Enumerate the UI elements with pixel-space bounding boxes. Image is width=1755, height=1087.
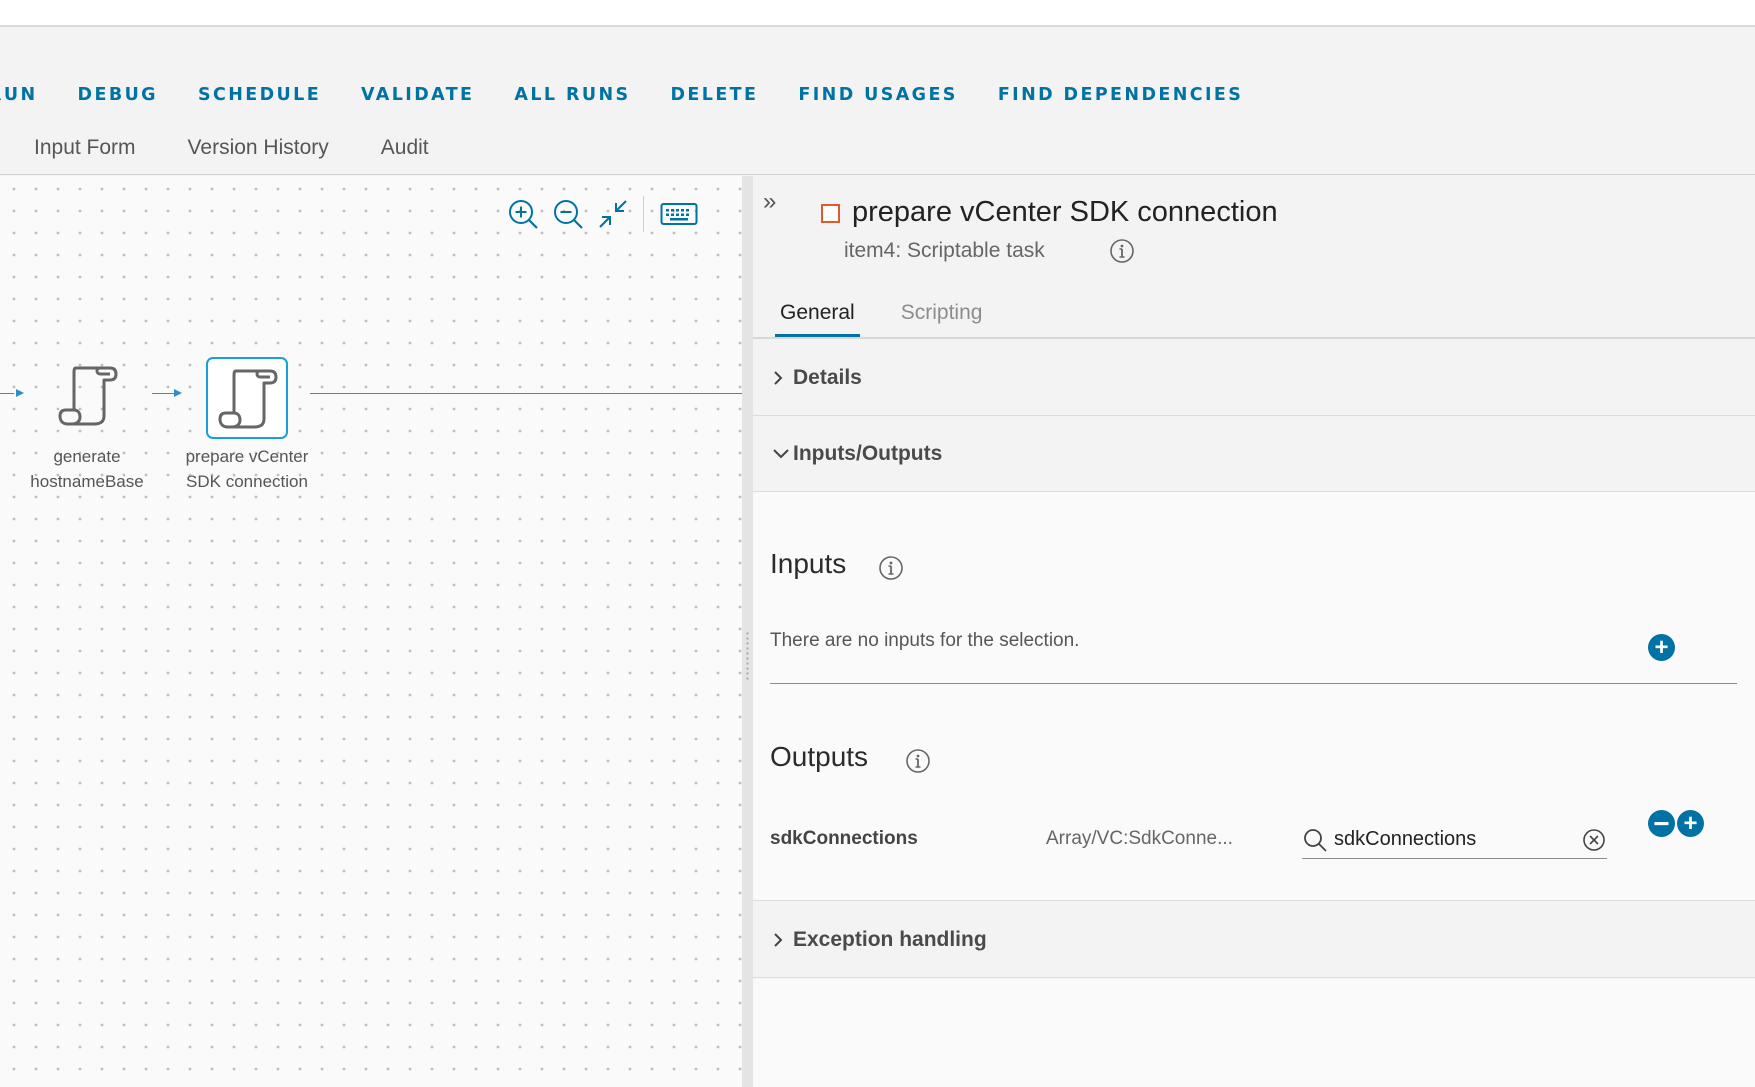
section-title: Inputs/Outputs [793,442,943,465]
connector-arrow [16,389,24,397]
node-generate-hostnamebase[interactable] [46,354,128,436]
info-icon[interactable] [905,748,931,779]
inputs-outputs-body: Inputs There are no inputs for the selec… [753,492,1755,901]
schedule-button[interactable]: SCHEDULE [198,85,321,105]
find-dependencies-button[interactable]: FIND DEPENDENCIES [998,85,1243,105]
add-output-button[interactable]: + [1677,810,1704,837]
action-bar: RUN DEBUG SCHEDULE VALIDATE ALL RUNS DEL… [0,85,1283,105]
tab-version-history[interactable]: Version History [188,135,329,161]
output-binding-field [1302,819,1607,859]
workflow-canvas[interactable]: generate hostnameBase prepare vCenter SDK … [0,176,742,1087]
section-title: Exception handling [793,928,987,951]
node-label: prepare vCenter SDK connection [185,447,309,491]
panel-splitter[interactable] [742,176,753,1087]
find-usages-button[interactable]: FIND USAGES [798,85,957,105]
output-name: sdkConnections [770,828,918,849]
chevron-right-icon [771,368,785,393]
scroll-icon [58,366,118,426]
panel-subtitle: item4: Scriptable task [844,239,1045,262]
tab-general[interactable]: General [775,300,860,338]
connector-line [0,393,14,394]
remove-output-button[interactable]: − [1648,809,1675,837]
connector-line [310,393,742,394]
zoom-out-icon[interactable] [551,197,585,231]
zoom-in-icon[interactable] [506,197,540,231]
tab-audit[interactable]: Audit [381,135,429,161]
tab-input-form[interactable]: Input Form [34,135,136,161]
fit-to-screen-icon[interactable] [596,197,630,231]
panel-tabs: General Scripting [775,300,1023,338]
panel-empty-area [753,979,1755,1087]
chevron-down-icon [771,444,791,469]
section-title: Details [793,366,862,389]
connector-line [152,393,174,394]
connector-arrow [174,389,182,397]
section-details[interactable]: Details [753,340,1755,416]
top-bar [0,0,1755,27]
output-type: Array/VC:SdkConne... [1046,828,1233,849]
node-label: generate hostnameBase [30,447,144,491]
chevron-right-icon [771,930,785,955]
section-inputs-outputs[interactable]: Inputs/Outputs [753,416,1755,492]
search-icon [1302,827,1328,858]
inputs-title: Inputs [770,548,847,579]
tab-scripting[interactable]: Scripting [896,300,988,338]
workflow-tabs: Input Form Version History Audit [34,135,481,161]
task-type-icon [821,204,840,223]
keyboard-icon[interactable] [660,197,698,231]
run-button[interactable]: RUN [0,85,38,105]
no-inputs-message: There are no inputs for the selection. [770,630,1080,651]
toolbar-divider [643,196,644,232]
validate-button[interactable]: VALIDATE [361,85,474,105]
node-prepare-vcenter-sdk-connection[interactable] [206,357,288,439]
inputs-divider [770,683,1737,684]
drag-handle-icon[interactable] [745,631,750,681]
workflow-toolbar: RUN DEBUG SCHEDULE VALIDATE ALL RUNS DEL… [0,27,1755,175]
info-icon[interactable] [878,555,904,586]
delete-button[interactable]: DELETE [671,85,759,105]
tabs-divider [753,337,1755,339]
collapse-panel-icon[interactable]: » [763,190,776,214]
debug-button[interactable]: DEBUG [78,85,158,105]
output-binding-input[interactable] [1334,824,1574,854]
clear-icon[interactable] [1581,827,1607,858]
all-runs-button[interactable]: ALL RUNS [514,85,630,105]
canvas-toolbar [506,196,709,232]
info-icon[interactable] [1109,238,1135,269]
scroll-icon [218,369,278,429]
section-exception-handling[interactable]: Exception handling [753,902,1755,978]
panel-title: prepare vCenter SDK connection [852,196,1278,228]
properties-panel: » prepare vCenter SDK connection item4: … [753,176,1755,1087]
outputs-title: Outputs [770,741,869,772]
add-input-button[interactable]: + [1648,634,1675,661]
